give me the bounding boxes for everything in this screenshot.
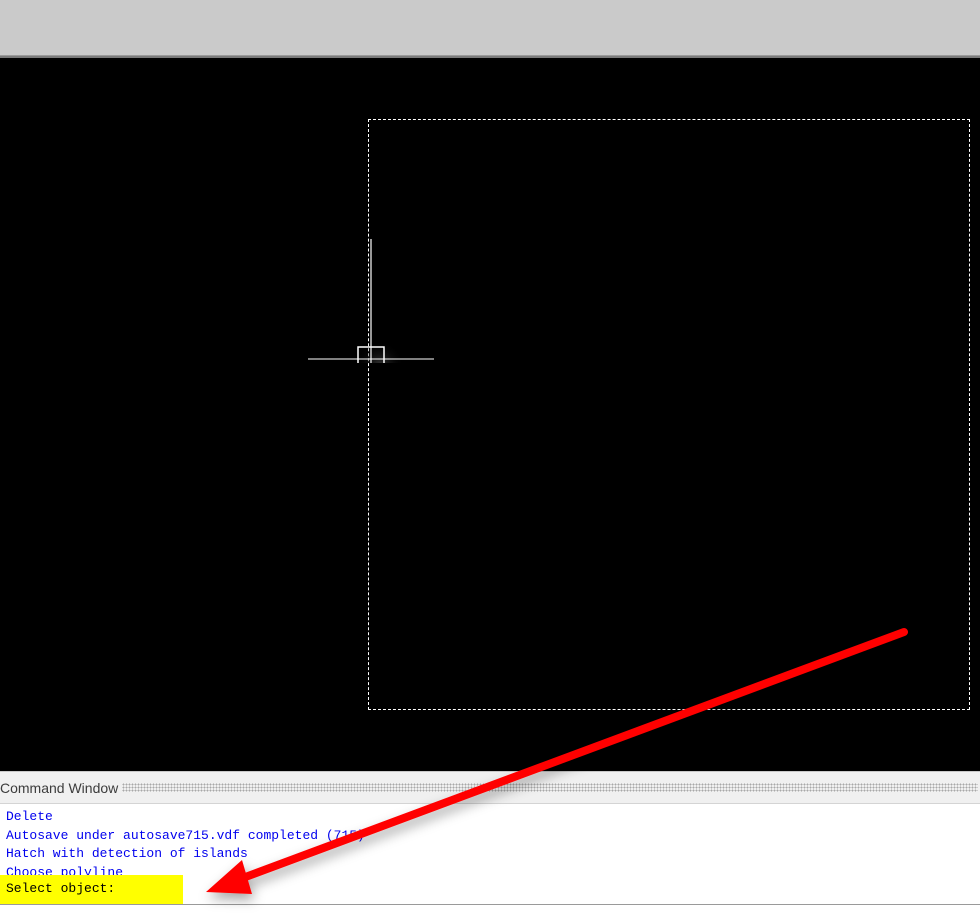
command-window-title: Command Window bbox=[0, 779, 119, 796]
selected-rectangle-outline[interactable] bbox=[368, 119, 970, 710]
command-window[interactable]: Command Window Delete Autosave under aut… bbox=[0, 771, 980, 913]
log-line: Hatch with detection of islands bbox=[6, 846, 248, 861]
cad-application: Command Window Delete Autosave under aut… bbox=[0, 0, 980, 913]
titlebar-grip[interactable] bbox=[122, 783, 978, 792]
crosshair-pickbox-icon bbox=[308, 239, 434, 363]
command-log: Delete Autosave under autosave715.vdf co… bbox=[0, 804, 980, 882]
command-window-titlebar[interactable]: Command Window bbox=[0, 771, 980, 804]
log-line: Autosave under autosave715.vdf completed… bbox=[6, 827, 365, 843]
command-window-bottom-border bbox=[0, 904, 980, 905]
toolbar-area bbox=[0, 0, 980, 56]
drawing-canvas[interactable] bbox=[0, 58, 980, 771]
log-line: Delete bbox=[6, 809, 53, 824]
command-prompt[interactable]: Select object: bbox=[6, 881, 115, 896]
